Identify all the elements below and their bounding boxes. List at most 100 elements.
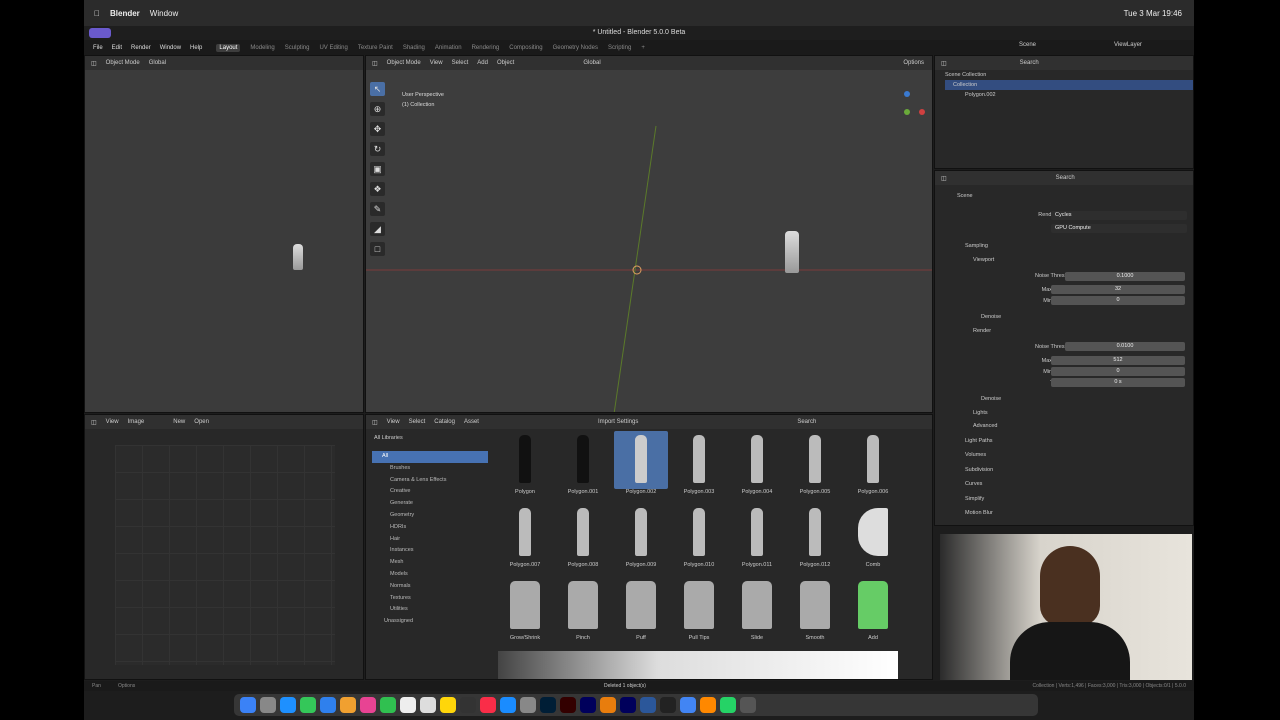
collection-item[interactable]: Collection [945,80,1193,90]
brush-tile-row[interactable] [498,651,898,679]
tab-scripting[interactable]: Scripting [608,45,631,51]
editor-type-icon[interactable]: ◫ [91,419,97,426]
appstore-icon[interactable] [500,697,516,713]
vp-denoise-subpanel[interactable]: Denoise [981,314,1001,320]
rotate-tool-icon[interactable]: ↻ [370,142,385,156]
appletv-icon[interactable] [460,697,476,713]
maps-icon[interactable] [340,697,356,713]
asset-tile[interactable]: Polygon.006 [846,431,900,495]
measure-tool-icon[interactable]: ◢ [370,222,385,236]
render-subpanel[interactable]: Render [973,328,991,334]
menu-render[interactable]: Render [131,45,151,51]
subdivision-panel[interactable]: Subdivision [965,467,993,473]
menubar-app[interactable]: Blender [110,9,140,18]
catalog-item[interactable]: Unassigned [372,616,488,628]
render-denoise-subpanel[interactable]: Denoise [981,396,1001,402]
catalog-item[interactable]: HDRIs [372,522,488,534]
whatsapp-icon[interactable] [720,697,736,713]
menu-edit[interactable]: Edit [112,45,122,51]
catalog-item[interactable]: Hair [372,534,488,546]
menu-select[interactable]: Select [409,419,426,425]
catalog-item[interactable]: Models [372,569,488,581]
main-3d-viewport[interactable]: ◫ Object Mode View Select Add Object Glo… [365,55,933,413]
menu-window[interactable]: Window [160,45,181,51]
tab-compositing[interactable]: Compositing [509,45,542,51]
properties-search[interactable]: Search [1056,175,1075,181]
brush-tile[interactable]: Smooth [788,577,842,641]
asset-tile[interactable]: Polygon.007 [498,504,552,568]
vp-noise-field[interactable]: 0.1000 [1065,272,1185,281]
catalog-item[interactable]: Mesh [372,557,488,569]
transform-tool-icon[interactable]: ❖ [370,182,385,196]
light-paths-panel[interactable]: Light Paths [965,438,993,444]
blender-icon[interactable] [600,697,616,713]
advanced-subpanel[interactable]: Advanced [973,423,997,429]
editor-type-icon[interactable]: ◫ [372,419,378,426]
scene-selector[interactable]: Scene [1019,42,1036,48]
left-mode-dropdown[interactable]: Object Mode [106,60,140,66]
render-engine-dropdown[interactable]: Cycles [1051,211,1187,220]
asset-tile[interactable]: Polygon.005 [788,431,842,495]
r-min-field[interactable]: 0 [1051,367,1185,376]
brush-tile[interactable]: Pull Tips [672,577,726,641]
new-image-button[interactable]: New [173,419,185,425]
left-3d-viewport[interactable]: ◫ Object Mode Global [84,55,364,413]
asset-tile[interactable]: Polygon.004 [730,431,784,495]
move-tool-icon[interactable]: ✥ [370,122,385,136]
editor-type-icon[interactable]: ◫ [941,60,947,67]
catalog-item[interactable]: Utilities [372,604,488,616]
asset-tile[interactable]: Polygon.008 [556,504,610,568]
sampling-panel[interactable]: Sampling [965,243,988,249]
mail-icon[interactable] [320,697,336,713]
character-model[interactable] [785,231,799,273]
asset-tile[interactable]: Polygon.010 [672,504,726,568]
scene-collection-item[interactable]: Scene Collection [945,70,1193,80]
brush-tile[interactable]: Add [846,577,900,641]
catalog-item[interactable]: Instances [372,545,488,557]
asset-tile[interactable]: Polygon.012 [788,504,842,568]
tab-layout[interactable]: Layout [216,43,241,52]
asset-tile[interactable]: Polygon.002 [614,431,668,495]
lights-subpanel[interactable]: Lights [973,410,988,416]
r-noise-field[interactable]: 0.0100 [1065,342,1185,351]
r-max-field[interactable]: 512 [1051,356,1185,365]
brush-tile[interactable]: Slide [730,577,784,641]
word-icon[interactable] [640,697,656,713]
cursor-tool-icon[interactable]: ⊕ [370,102,385,116]
scale-tool-icon[interactable]: ▣ [370,162,385,176]
vp-min-field[interactable]: 0 [1051,296,1185,305]
add-cube-tool-icon[interactable]: □ [370,242,385,256]
tab-sculpting[interactable]: Sculpting [285,45,310,51]
add-workspace-icon[interactable]: + [641,45,645,51]
tab-modeling[interactable]: Modeling [250,45,274,51]
asset-tile[interactable]: Polygon.001 [556,431,610,495]
aftereffects-icon[interactable] [580,697,596,713]
menu-help[interactable]: Help [190,45,202,51]
catalog-item[interactable]: Creative [372,486,488,498]
tab-uv-editing[interactable]: UV Editing [319,45,347,51]
asset-search[interactable]: Search [797,419,816,425]
tab-texture-paint[interactable]: Texture Paint [358,45,393,51]
catalog-item[interactable]: Camera & Lens Effects [372,475,488,487]
simplify-panel[interactable]: Simplify [965,496,984,502]
catalog-item[interactable]: Generate [372,498,488,510]
viewlayer-selector[interactable]: ViewLayer [1114,42,1142,48]
asset-tile[interactable]: Polygon [498,431,552,495]
messages-icon[interactable] [300,697,316,713]
chrome-icon[interactable] [680,697,696,713]
library-dropdown[interactable]: All Libraries [372,433,492,443]
editor-type-icon[interactable]: ◫ [941,175,947,182]
apple-icon[interactable]:  [94,9,100,18]
menu-asset[interactable]: Asset [464,419,479,425]
tab-animation[interactable]: Animation [435,45,462,51]
editor-type-icon[interactable]: ◫ [91,60,97,67]
tab-shading[interactable]: Shading [403,45,425,51]
menu-image[interactable]: Image [128,419,145,425]
device-dropdown[interactable]: GPU Compute [1051,224,1187,233]
brush-tile[interactable]: Puff [614,577,668,641]
menu-catalog[interactable]: Catalog [434,419,455,425]
left-orientation-dropdown[interactable]: Global [149,60,166,66]
notes-icon[interactable] [440,697,456,713]
menu-view[interactable]: View [387,419,400,425]
catalog-item[interactable]: Normals [372,581,488,593]
